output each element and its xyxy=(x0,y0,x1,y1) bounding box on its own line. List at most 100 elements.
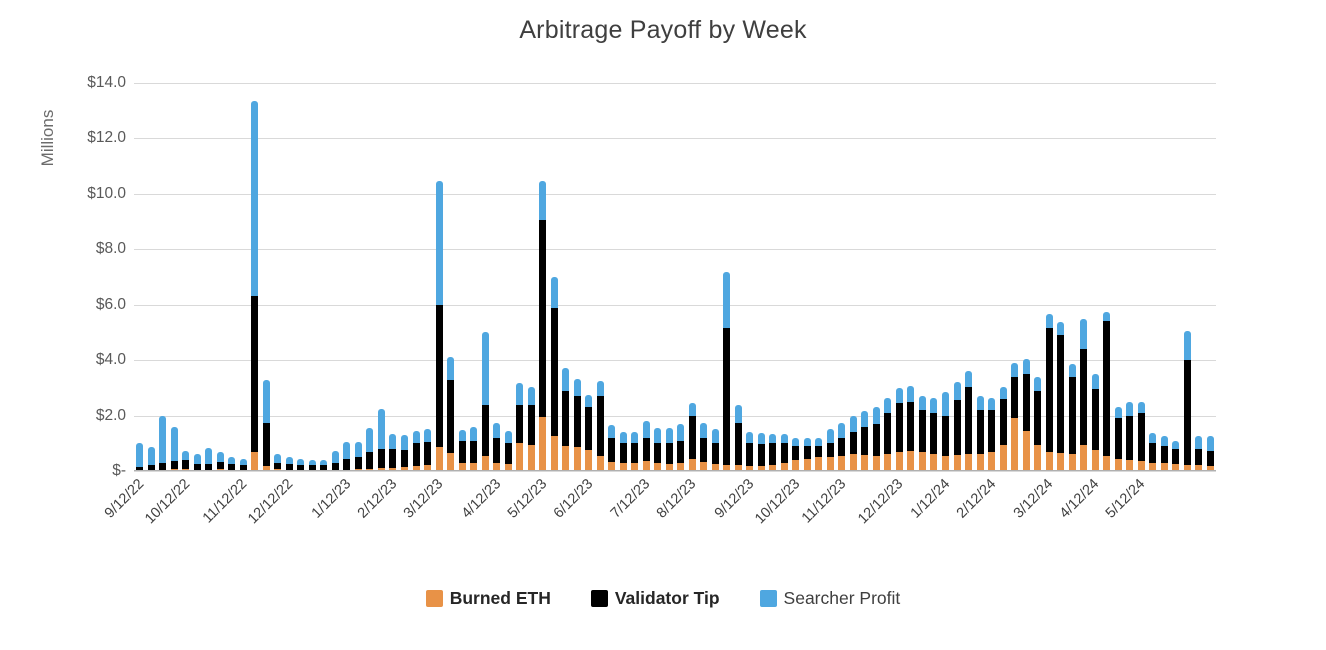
bar-stack[interactable] xyxy=(136,443,144,471)
bar-stack[interactable] xyxy=(746,431,754,471)
bar-stack[interactable] xyxy=(1183,330,1191,471)
bar-stack[interactable] xyxy=(147,447,155,471)
bar-segment-searcher-profit xyxy=(930,398,938,413)
bar-stack[interactable] xyxy=(1080,318,1088,471)
bar-stack[interactable] xyxy=(700,422,708,471)
bar-segment-burned-eth xyxy=(585,450,593,471)
bar-stack[interactable] xyxy=(274,454,282,471)
bar-stack[interactable] xyxy=(170,427,178,471)
bar-stack[interactable] xyxy=(401,435,408,471)
bar-stack[interactable] xyxy=(262,380,270,471)
bar-stack[interactable] xyxy=(1160,436,1168,471)
bar-stack[interactable] xyxy=(1126,401,1134,471)
bar-stack[interactable] xyxy=(942,392,949,471)
bar-stack[interactable] xyxy=(734,405,742,471)
bar-stack[interactable] xyxy=(424,429,432,471)
bar-stack[interactable] xyxy=(354,441,362,471)
bar-stack[interactable] xyxy=(769,434,777,471)
bar-stack[interactable] xyxy=(907,386,915,471)
bar-stack[interactable] xyxy=(193,454,201,471)
bar-stack[interactable] xyxy=(285,457,293,471)
bar-stack[interactable] xyxy=(642,421,650,471)
bar-stack[interactable] xyxy=(665,428,673,471)
bar-stack[interactable] xyxy=(585,394,593,471)
bar-stack[interactable] xyxy=(447,357,455,471)
bar-stack[interactable] xyxy=(608,425,616,471)
bar-stack[interactable] xyxy=(435,181,443,471)
legend-item[interactable]: Validator Tip xyxy=(590,588,720,609)
bar-stack[interactable] xyxy=(803,438,811,471)
bar-stack[interactable] xyxy=(331,451,339,471)
y-axis-tick-label: $2.0 xyxy=(95,406,126,424)
bar-stack[interactable] xyxy=(1011,362,1019,471)
bar-stack[interactable] xyxy=(953,382,961,471)
bar-stack[interactable] xyxy=(516,382,524,471)
bar-stack[interactable] xyxy=(631,431,639,471)
bar-stack[interactable] xyxy=(838,422,846,471)
bar-stack[interactable] xyxy=(918,396,926,471)
bar-stack[interactable] xyxy=(930,398,938,471)
bar-stack[interactable] xyxy=(504,430,512,471)
bar-stack[interactable] xyxy=(723,272,731,471)
bar-stack[interactable] xyxy=(1103,311,1111,471)
bar-stack[interactable] xyxy=(884,398,892,471)
bar-stack[interactable] xyxy=(895,387,903,471)
bar-stack[interactable] xyxy=(377,408,385,471)
bar-stack[interactable] xyxy=(976,395,984,471)
bar-stack[interactable] xyxy=(159,415,167,471)
bar-stack[interactable] xyxy=(1206,435,1214,471)
bar-segment-validator-tip xyxy=(976,410,984,454)
bar-stack[interactable] xyxy=(1022,358,1030,471)
bar-stack[interactable] xyxy=(182,451,190,471)
bar-stack[interactable] xyxy=(251,101,259,471)
bar-stack[interactable] xyxy=(1091,374,1099,471)
bar-stack[interactable] xyxy=(619,432,627,471)
bar-stack[interactable] xyxy=(872,407,880,471)
bar-stack[interactable] xyxy=(527,386,535,471)
bar-stack[interactable] xyxy=(366,428,374,471)
bar-stack[interactable] xyxy=(1137,401,1145,471)
bar-stack[interactable] xyxy=(815,438,823,471)
bar-stack[interactable] xyxy=(562,368,570,471)
bar-stack[interactable] xyxy=(1114,406,1122,471)
x-axis-tick-label: 1/12/24 xyxy=(907,476,953,522)
bar-stack[interactable] xyxy=(757,433,765,471)
bar-stack[interactable] xyxy=(999,387,1007,471)
bar-stack[interactable] xyxy=(481,332,489,471)
bar-stack[interactable] xyxy=(688,403,696,471)
bar-stack[interactable] xyxy=(550,277,558,471)
bar-stack[interactable] xyxy=(493,422,501,471)
bar-stack[interactable] xyxy=(1034,376,1042,471)
bar-stack[interactable] xyxy=(343,441,351,471)
bar-stack[interactable] xyxy=(539,181,547,471)
bar-stack[interactable] xyxy=(458,430,466,471)
bar-stack[interactable] xyxy=(780,433,788,471)
bar-stack[interactable] xyxy=(573,379,581,471)
bar-stack[interactable] xyxy=(1195,436,1203,471)
legend-item[interactable]: Burned ETH xyxy=(425,588,551,609)
bar-stack[interactable] xyxy=(792,437,800,471)
bar-stack[interactable] xyxy=(389,433,397,471)
bar-stack[interactable] xyxy=(1172,440,1180,471)
bar-stack[interactable] xyxy=(677,423,685,471)
bar-stack[interactable] xyxy=(470,426,478,471)
bar-segment-burned-eth xyxy=(907,451,915,471)
bar-stack[interactable] xyxy=(205,448,213,471)
bar-stack[interactable] xyxy=(965,370,973,471)
bar-stack[interactable] xyxy=(849,415,857,471)
bar-stack[interactable] xyxy=(412,430,420,471)
bar-stack[interactable] xyxy=(861,411,869,471)
bar-stack[interactable] xyxy=(826,429,834,471)
bar-stack[interactable] xyxy=(711,429,719,471)
bar-segment-searcher-profit xyxy=(504,430,512,444)
bar-stack[interactable] xyxy=(654,428,662,471)
legend-item[interactable]: Searcher Profit xyxy=(759,588,900,609)
bar-stack[interactable] xyxy=(1149,432,1157,471)
bar-stack[interactable] xyxy=(1057,321,1065,471)
bar-stack[interactable] xyxy=(1045,314,1053,471)
bar-stack[interactable] xyxy=(216,451,224,471)
bar-stack[interactable] xyxy=(1068,364,1076,471)
bar-stack[interactable] xyxy=(228,457,236,471)
bar-stack[interactable] xyxy=(988,397,996,471)
bar-stack[interactable] xyxy=(596,380,604,471)
